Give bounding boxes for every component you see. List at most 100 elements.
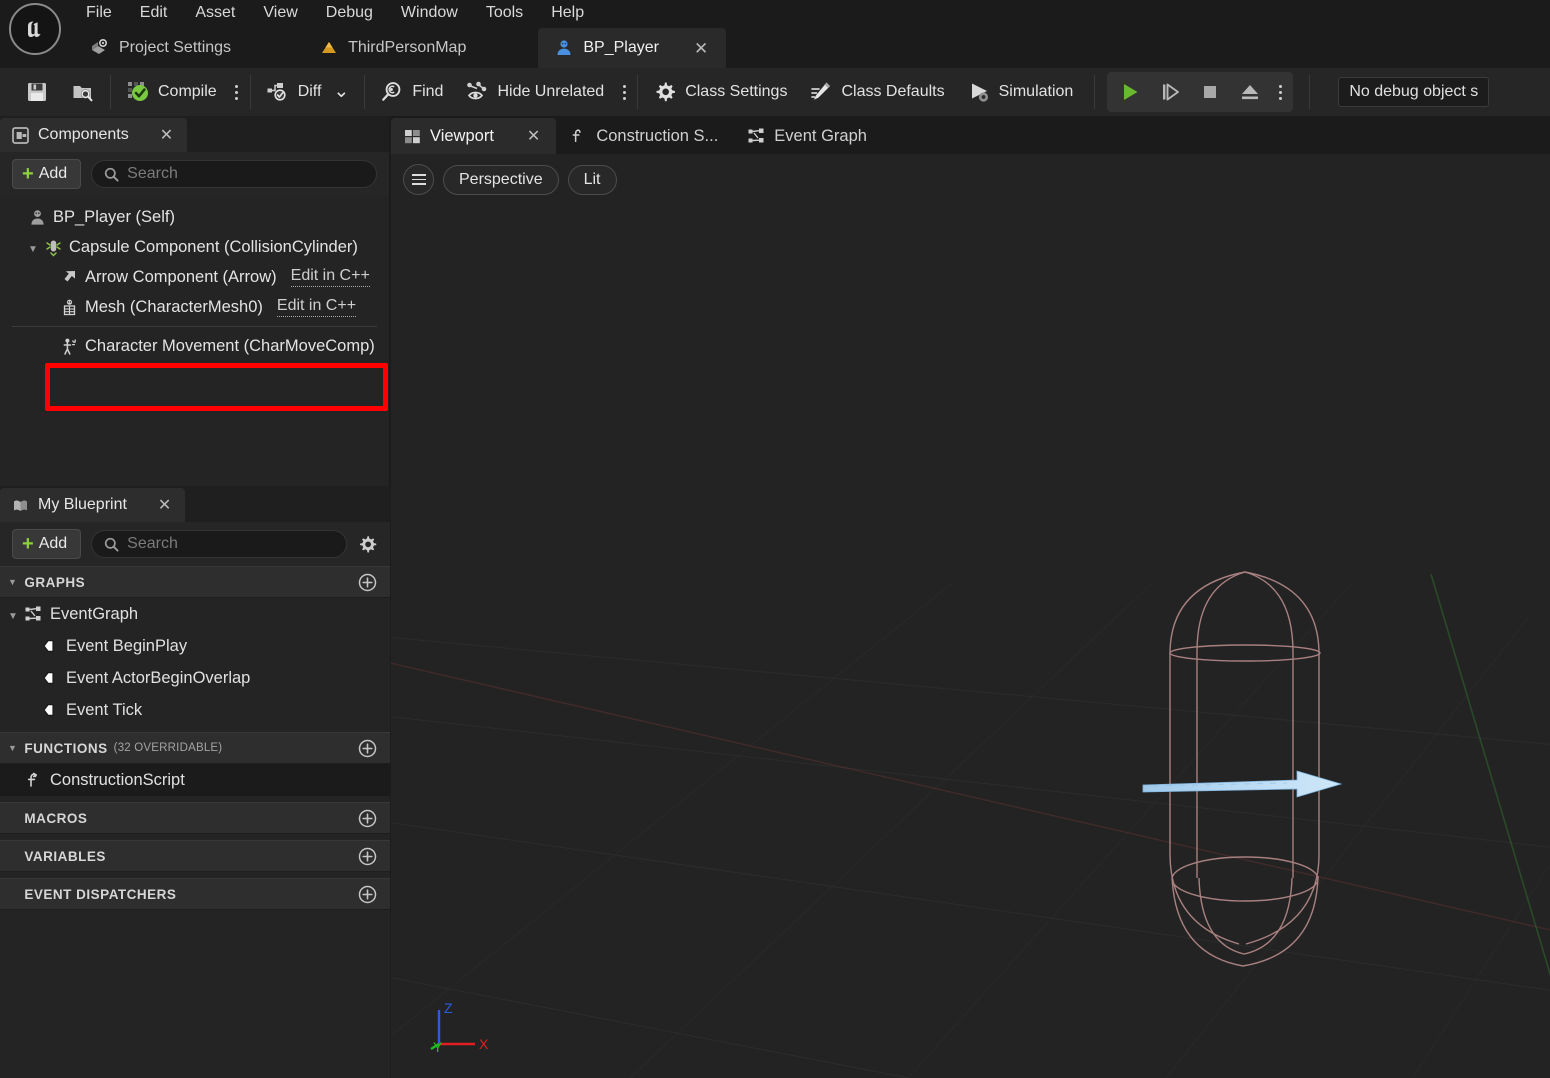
hide-unrelated-kebab[interactable] (615, 72, 633, 112)
viewport-menu-button[interactable] (403, 164, 434, 195)
section-header-functions[interactable]: ▼ FUNCTIONS (32 OVERRIDABLE) (0, 732, 390, 764)
tree-row-mesh[interactable]: Mesh (CharacterMesh0) Edit in C++ (0, 292, 389, 322)
bp-row-event-tick[interactable]: Event Tick (0, 694, 390, 726)
save-button[interactable] (14, 72, 60, 112)
my-blueprint-search-box[interactable] (91, 530, 348, 558)
menu-edit[interactable]: Edit (126, 0, 182, 26)
stop-button[interactable] (1191, 75, 1229, 109)
app-tab-label: Project Settings (119, 39, 232, 56)
close-icon[interactable]: ✕ (160, 125, 173, 145)
viewport-menu-icon (411, 174, 426, 185)
tree-row-arrow-component[interactable]: Arrow Component (Arrow) Edit in C++ (0, 262, 389, 292)
unreal-engine-logo-icon[interactable] (9, 3, 61, 55)
menu-file[interactable]: File (72, 0, 126, 26)
bp-label: Event Tick (66, 700, 143, 719)
app-tab-label: ThirdPersonMap (348, 39, 467, 56)
tree-twisty[interactable]: ▼ (28, 238, 42, 257)
add-macro-button[interactable] (356, 807, 378, 829)
tab-my-blueprint[interactable]: My Blueprint ✕ (0, 488, 186, 522)
section-header-event-dispatchers[interactable]: ▼ EVENT DISPATCHERS (0, 878, 390, 910)
app-tab-thirdpersonmap[interactable]: ThirdPersonMap (303, 28, 484, 68)
edit-in-cpp-link[interactable]: Edit in C++ (290, 267, 370, 287)
diff-label: Diff (297, 83, 322, 100)
toolbar-group-class: Class Settings Class Defaults Simulation (642, 68, 1084, 116)
compile-success-icon (126, 80, 150, 104)
tree-label: Capsule Component (CollisionCylinder) (69, 237, 358, 256)
toolbar-separator-4 (637, 75, 639, 109)
add-graph-button[interactable] (356, 571, 378, 593)
play-controls-group (1107, 72, 1294, 112)
menu-help[interactable]: Help (537, 0, 598, 26)
simulation-button[interactable]: Simulation (956, 72, 1085, 112)
bp-row-event-beginplay[interactable]: Event BeginPlay (0, 630, 390, 662)
tree-row-character-movement[interactable]: Character Movement (CharMoveComp) (0, 331, 389, 361)
diff-button[interactable]: Diff ⌄ (255, 72, 361, 112)
app-tab-bp-player[interactable]: BP_Player ✕ (538, 28, 727, 68)
eject-icon (1242, 85, 1259, 100)
viewport-tab-row: Viewport ✕ Construction S... Event Graph (391, 116, 1550, 154)
section-header-macros[interactable]: ▼ MACROS (0, 802, 390, 834)
hide-unrelated-button[interactable]: Hide Unrelated (454, 72, 615, 112)
my-blueprint-panel: My Blueprint ✕ + Add Search ▼ GRAPHS ▼ E… (0, 486, 390, 1078)
play-button[interactable] (1111, 75, 1149, 109)
add-variable-button[interactable] (356, 845, 378, 867)
class-defaults-button[interactable]: Class Defaults (798, 72, 955, 112)
section-header-variables[interactable]: ▼ VARIABLES (0, 840, 390, 872)
components-search-box[interactable] (91, 160, 377, 188)
add-blueprint-item-button[interactable]: + Add (12, 529, 82, 559)
debug-object-selector[interactable]: No debug object s (1338, 77, 1490, 107)
close-icon[interactable]: ✕ (527, 126, 540, 146)
class-settings-button[interactable]: Class Settings (642, 72, 798, 112)
menu-asset[interactable]: Asset (181, 0, 249, 26)
tree-twisty[interactable]: ▼ (8, 605, 22, 624)
axis-gizmo: Z X Y (419, 988, 499, 1060)
plus-icon: + (22, 163, 34, 185)
add-component-button[interactable]: + Add (12, 159, 82, 189)
step-button[interactable] (1151, 75, 1189, 109)
toolbar-separator-6 (1309, 75, 1311, 109)
compile-options-kebab[interactable] (228, 72, 246, 112)
close-icon[interactable]: ✕ (158, 495, 171, 515)
my-blueprint-search-input[interactable] (127, 535, 335, 553)
tree-divider (12, 326, 377, 327)
tab-viewport[interactable]: Viewport ✕ (391, 118, 557, 154)
add-event-dispatcher-button[interactable] (356, 883, 378, 905)
add-function-button[interactable] (356, 737, 378, 759)
play-options-kebab[interactable] (1271, 75, 1289, 109)
bp-row-eventgraph[interactable]: ▼ EventGraph (0, 598, 390, 630)
tab-label: Construction S... (596, 126, 719, 145)
tab-construction-script[interactable]: Construction S... (556, 118, 734, 154)
tree-label: Mesh (CharacterMesh0) (85, 297, 263, 316)
app-tab-project-settings[interactable]: Project Settings (72, 28, 249, 68)
bp-row-constructionscript[interactable]: ConstructionScript (0, 764, 390, 796)
find-button[interactable]: Find (369, 72, 454, 112)
tab-components[interactable]: Components ✕ (0, 118, 188, 152)
simulation-icon (967, 80, 991, 104)
tree-row-capsule-component[interactable]: ▼ Capsule Component (CollisionCylinder) (0, 232, 389, 262)
menu-debug[interactable]: Debug (312, 0, 387, 26)
section-title: EVENT DISPATCHERS (24, 886, 177, 902)
compile-button[interactable]: Compile (115, 72, 228, 112)
my-blueprint-settings-button[interactable] (357, 530, 378, 558)
tree-row-bp-player[interactable]: BP_Player (Self) (0, 202, 389, 232)
view-mode-button[interactable]: Lit (567, 164, 617, 195)
event-node-icon (38, 635, 60, 657)
chevron-down-icon[interactable]: ⌄ (333, 82, 349, 101)
viewport-canvas[interactable]: Perspective Lit Z X Y (391, 154, 1550, 1078)
level-map-icon (319, 38, 339, 58)
close-icon[interactable]: ✕ (694, 40, 708, 57)
find-icon (380, 80, 404, 104)
toolbar-group-file (0, 68, 106, 116)
edit-in-cpp-link[interactable]: Edit in C++ (276, 297, 357, 317)
menu-tools[interactable]: Tools (472, 0, 537, 26)
bp-row-event-actorbeginoverlap[interactable]: Event ActorBeginOverlap (0, 662, 390, 694)
tab-event-graph[interactable]: Event Graph (734, 118, 883, 154)
camera-mode-button[interactable]: Perspective (443, 164, 559, 195)
menu-view[interactable]: View (249, 0, 311, 26)
eject-button[interactable] (1231, 75, 1269, 109)
components-search-input[interactable] (127, 165, 364, 183)
browse-content-button[interactable] (60, 72, 106, 112)
section-header-graphs[interactable]: ▼ GRAPHS (0, 566, 390, 598)
add-circle-icon (358, 809, 376, 827)
menu-window[interactable]: Window (387, 0, 472, 26)
